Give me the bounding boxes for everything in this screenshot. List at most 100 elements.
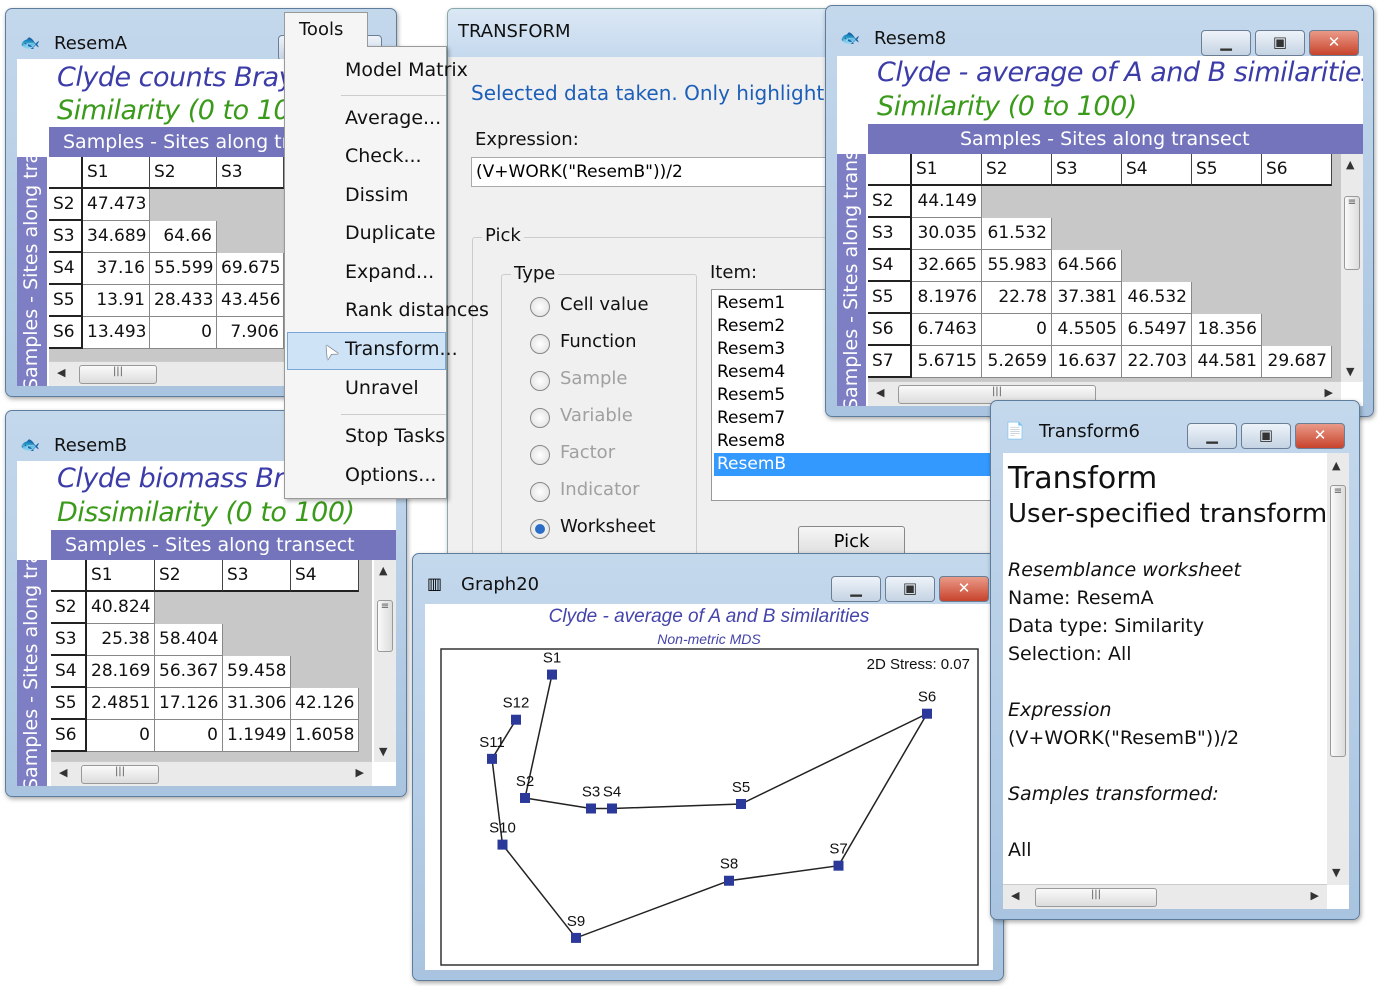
row-header[interactable]: S5 xyxy=(49,285,83,317)
table-cell[interactable]: 64.66 xyxy=(150,221,217,253)
table-cell[interactable]: 42.126 xyxy=(291,688,359,720)
radio-function[interactable] xyxy=(530,334,550,354)
table-cell[interactable]: 22.78 xyxy=(982,282,1052,314)
menu-item[interactable]: Dissim xyxy=(345,184,409,206)
row-header[interactable]: S5 xyxy=(51,688,87,720)
column-header[interactable]: S1 xyxy=(83,157,150,189)
row-header[interactable]: S6 xyxy=(51,720,87,752)
minimize-button[interactable]: ▁ xyxy=(1187,423,1237,449)
radio-worksheet[interactable] xyxy=(530,519,550,539)
table-cell[interactable]: 37.16 xyxy=(83,253,150,285)
column-header[interactable]: S2 xyxy=(982,154,1052,186)
maximize-button[interactable]: ▣ xyxy=(885,576,935,602)
table-cell[interactable]: 56.367 xyxy=(155,656,223,688)
table-cell[interactable]: 46.532 xyxy=(1122,282,1192,314)
table-cell[interactable]: 7.906 xyxy=(217,317,284,349)
vertical-scrollbar[interactable]: ▲ ≡ ▼ xyxy=(1341,154,1363,382)
menu-item[interactable]: Duplicate xyxy=(345,222,436,244)
row-header[interactable]: S2 xyxy=(51,592,87,624)
table-cell[interactable]: 32.665 xyxy=(912,250,982,282)
table-cell[interactable]: 40.824 xyxy=(87,592,155,624)
menu-item[interactable]: Rank distances xyxy=(345,299,489,321)
maximize-button[interactable]: ▣ xyxy=(1241,423,1291,449)
table-cell[interactable]: 22.703 xyxy=(1122,346,1192,378)
minimize-button[interactable]: ▁ xyxy=(831,576,881,602)
maximize-button[interactable]: ▣ xyxy=(1255,30,1305,56)
table-cell[interactable]: 55.599 xyxy=(150,253,217,285)
column-header[interactable]: S3 xyxy=(217,157,284,189)
table-cell[interactable]: 64.566 xyxy=(1052,250,1122,282)
table-cell[interactable]: 29.687 xyxy=(1262,346,1332,378)
row-header[interactable]: S3 xyxy=(868,218,912,250)
table-cell[interactable]: 16.637 xyxy=(1052,346,1122,378)
row-header[interactable]: S7 xyxy=(868,346,912,378)
table-cell[interactable]: 47.473 xyxy=(83,189,150,221)
table-cell[interactable]: 61.532 xyxy=(982,218,1052,250)
table-cell[interactable]: 6.5497 xyxy=(1122,314,1192,346)
table-cell[interactable]: 8.1976 xyxy=(912,282,982,314)
table-cell[interactable]: 6.7463 xyxy=(912,314,982,346)
row-header[interactable]: S2 xyxy=(868,186,912,218)
close-button[interactable]: ✕ xyxy=(1309,30,1359,56)
menu-item[interactable]: Check... xyxy=(345,145,422,167)
table-cell[interactable]: 0 xyxy=(155,720,223,752)
minimize-button[interactable]: ▁ xyxy=(1201,30,1251,56)
horizontal-scrollbar[interactable]: ◀ ||| ▶ xyxy=(51,761,372,786)
close-button[interactable]: ✕ xyxy=(1295,423,1345,449)
row-header[interactable]: S3 xyxy=(51,624,87,656)
column-header[interactable]: S2 xyxy=(150,157,217,189)
table-cell[interactable]: 59.458 xyxy=(223,656,291,688)
table-cell[interactable]: 30.035 xyxy=(912,218,982,250)
radio-cell-value[interactable] xyxy=(530,297,550,317)
table-cell[interactable]: 25.38 xyxy=(87,624,155,656)
row-header[interactable]: S4 xyxy=(51,656,87,688)
table-cell[interactable]: 18.356 xyxy=(1192,314,1262,346)
list-item[interactable]: Resem8 xyxy=(714,430,993,453)
row-header[interactable]: S6 xyxy=(49,317,83,349)
menu-item[interactable]: Stop Tasks xyxy=(345,425,445,447)
column-header[interactable]: S1 xyxy=(912,154,982,186)
table-cell[interactable]: 31.306 xyxy=(223,688,291,720)
table-cell[interactable]: 5.6715 xyxy=(912,346,982,378)
title-bar[interactable]: ▥ Graph20 ▁ ▣ ✕ xyxy=(413,562,1003,602)
table-cell[interactable]: 13.91 xyxy=(83,285,150,317)
column-header[interactable]: S1 xyxy=(87,560,155,592)
table-cell[interactable]: 44.149 xyxy=(912,186,982,218)
table-cell[interactable]: 55.983 xyxy=(982,250,1052,282)
row-header[interactable]: S5 xyxy=(868,282,912,314)
table-cell[interactable]: 17.126 xyxy=(155,688,223,720)
title-bar[interactable]: 🐟 Resem8 ▁ ▣ ✕ xyxy=(826,16,1373,56)
column-header[interactable]: S3 xyxy=(223,560,291,592)
table-cell[interactable]: 1.6058 xyxy=(291,720,359,752)
table-cell[interactable]: 37.381 xyxy=(1052,282,1122,314)
column-header[interactable]: S2 xyxy=(155,560,223,592)
table-cell[interactable]: 58.404 xyxy=(155,624,223,656)
row-header[interactable]: S4 xyxy=(49,253,83,285)
column-header[interactable]: S6 xyxy=(1262,154,1332,186)
menu-item[interactable]: Expand... xyxy=(345,261,434,283)
row-header[interactable]: S3 xyxy=(49,221,83,253)
table-cell[interactable]: 5.2659 xyxy=(982,346,1052,378)
title-bar[interactable]: 📄 Transform6 ▁ ▣ ✕ xyxy=(991,409,1359,449)
close-button[interactable]: ✕ xyxy=(939,576,989,602)
table-cell[interactable]: 28.169 xyxy=(87,656,155,688)
data-grid[interactable]: S1 S2 S3 S4 S5 S6 S2 44.149 S3 30.035 61.532 S4 32.6… xyxy=(868,154,1341,382)
vertical-scrollbar[interactable]: ▲ ≡ ▼ xyxy=(1327,453,1349,885)
table-cell[interactable]: 4.5505 xyxy=(1052,314,1122,346)
column-header[interactable]: S3 xyxy=(1052,154,1122,186)
column-header[interactable]: S4 xyxy=(291,560,359,592)
table-cell[interactable]: 2.4851 xyxy=(87,688,155,720)
table-cell[interactable]: 69.675 xyxy=(217,253,284,285)
table-cell[interactable]: 0 xyxy=(150,317,217,349)
table-cell[interactable]: 44.581 xyxy=(1192,346,1262,378)
table-cell[interactable]: 28.433 xyxy=(150,285,217,317)
table-cell[interactable]: 13.493 xyxy=(83,317,150,349)
horizontal-scrollbar[interactable]: ◀ ||| ▶ xyxy=(1003,884,1327,909)
menu-item[interactable]: Model Matrix xyxy=(345,59,468,81)
vertical-scrollbar[interactable]: ▲ ≡ ▼ xyxy=(374,560,396,762)
row-header[interactable]: S6 xyxy=(868,314,912,346)
table-cell[interactable]: 0 xyxy=(982,314,1052,346)
tools-menu-tab[interactable]: Tools xyxy=(284,12,368,47)
table-cell[interactable]: 43.456 xyxy=(217,285,284,317)
row-header[interactable]: S4 xyxy=(868,250,912,282)
